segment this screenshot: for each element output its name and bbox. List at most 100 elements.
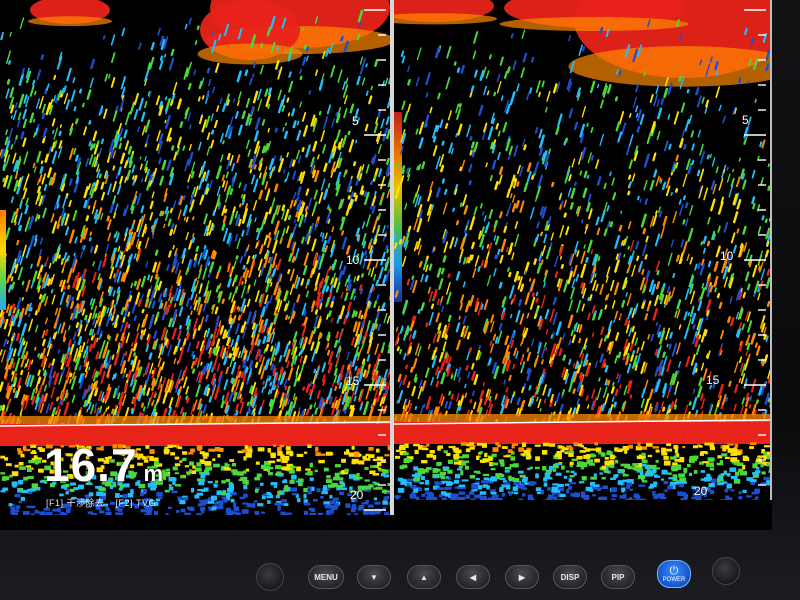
left-echo-mark (258, 354, 263, 363)
right-echo-mark (507, 355, 510, 360)
right-echo-mark (571, 278, 576, 289)
left-echo-mark (117, 245, 121, 252)
left-echo-mark (305, 55, 309, 62)
right-echo-mark (760, 177, 764, 185)
left-sub-bottom-echo (241, 509, 249, 514)
right-echo-mark (670, 239, 675, 248)
left-sub-bottom-echo (31, 450, 36, 454)
right-echo-mark (698, 168, 705, 182)
left-sub-bottom-echo (331, 505, 335, 511)
right-echo-mark (646, 304, 651, 312)
right-echo-mark (640, 398, 645, 408)
right-echo-mark (544, 308, 550, 320)
right-echo-mark (766, 300, 770, 307)
left-sub-bottom-echo (154, 511, 158, 515)
left-echo-mark (38, 294, 43, 300)
left-echo-mark (68, 325, 71, 331)
left-echo-mark (299, 75, 303, 81)
right-echo-mark (520, 67, 525, 79)
left-echo-mark (270, 345, 274, 352)
right-echo-mark (503, 379, 507, 385)
left-echo-mark (3, 338, 8, 347)
left-echo-mark (88, 154, 94, 166)
left-sub-bottom-echo (303, 493, 307, 499)
left-echo-mark (331, 226, 335, 233)
left-sub-bottom-echo (327, 484, 333, 488)
left-echo-mark (313, 326, 317, 335)
right-echo-mark (662, 215, 668, 227)
left-sub-bottom-echo (315, 446, 319, 452)
left-echo-mark (164, 96, 168, 101)
left-echo-mark (228, 390, 234, 402)
left-echo-mark (379, 396, 384, 407)
left-echo-mark (173, 224, 177, 235)
left-echo-mark (151, 370, 155, 375)
right-echo-mark (746, 342, 751, 351)
right-echo-mark (502, 357, 506, 364)
left-echo-mark (15, 208, 19, 216)
left-echo-mark (261, 118, 266, 126)
right-echo-mark (605, 275, 609, 283)
left-echo-mark (162, 391, 168, 404)
left-echo-mark (276, 258, 282, 271)
right-echo-mark (702, 235, 707, 245)
left-echo-mark (364, 250, 368, 256)
left-echo-mark (274, 127, 278, 133)
right-echo-mark (445, 76, 451, 90)
right-echo-mark (432, 124, 438, 139)
left-echo-mark (26, 173, 30, 181)
left-sub-bottom-echo (257, 503, 264, 507)
right-echo-mark (531, 292, 535, 297)
left-echo-mark (281, 204, 286, 212)
left-echo-mark (133, 352, 136, 357)
left-echo-mark (238, 276, 243, 287)
left-echo-mark (107, 405, 110, 410)
left-echo-mark (302, 386, 306, 391)
left-echo-mark (32, 162, 36, 169)
right-echo-mark (541, 152, 546, 161)
left-echo-mark (62, 329, 67, 339)
left-sub-bottom-echo (14, 494, 21, 498)
left-echo-mark (378, 168, 383, 178)
right-echo-mark (680, 239, 685, 248)
right-echo-mark (498, 211, 503, 219)
left-echo-mark (373, 273, 377, 281)
right-echo-mark (508, 271, 512, 278)
left-echo-mark (190, 289, 195, 301)
left-echo-mark (63, 252, 68, 260)
left-sub-bottom-echo (212, 458, 216, 462)
right-echo-mark (561, 389, 565, 396)
right-echo-mark (680, 102, 686, 113)
right-echo-mark (417, 386, 423, 400)
left-sub-bottom-echo (291, 493, 298, 496)
left-sub-bottom-echo (226, 487, 234, 493)
right-echo-mark (628, 181, 632, 188)
left-echo-mark (271, 328, 276, 335)
left-echo-mark (93, 144, 99, 155)
left-echo-mark (308, 90, 312, 95)
right-echo-mark (652, 152, 657, 162)
left-echo-mark (22, 244, 27, 257)
right-echo-mark (458, 378, 461, 383)
right-echo-mark (524, 271, 527, 276)
right-echo-mark (572, 363, 576, 368)
left-sub-bottom-echo (204, 461, 212, 466)
left-echo-mark (190, 170, 195, 179)
right-echo-mark (420, 273, 424, 283)
left-echo-mark (215, 285, 220, 293)
left-echo-mark (97, 260, 103, 271)
left-sub-bottom-echo (334, 472, 340, 478)
left-echo-mark (219, 293, 222, 298)
right-echo-mark (738, 157, 741, 162)
right-echo-mark (595, 216, 600, 226)
right-echo-mark (415, 76, 420, 87)
left-echo-mark (113, 352, 120, 366)
left-echo-mark (18, 72, 25, 86)
right-echo-mark (594, 273, 597, 278)
left-echo-mark (178, 378, 181, 384)
left-echo-mark (229, 188, 234, 196)
right-echo-mark (666, 359, 672, 373)
right-sub-bottom-echo (425, 479, 429, 485)
left-echo-mark (366, 369, 370, 375)
left-echo-mark (254, 290, 260, 303)
